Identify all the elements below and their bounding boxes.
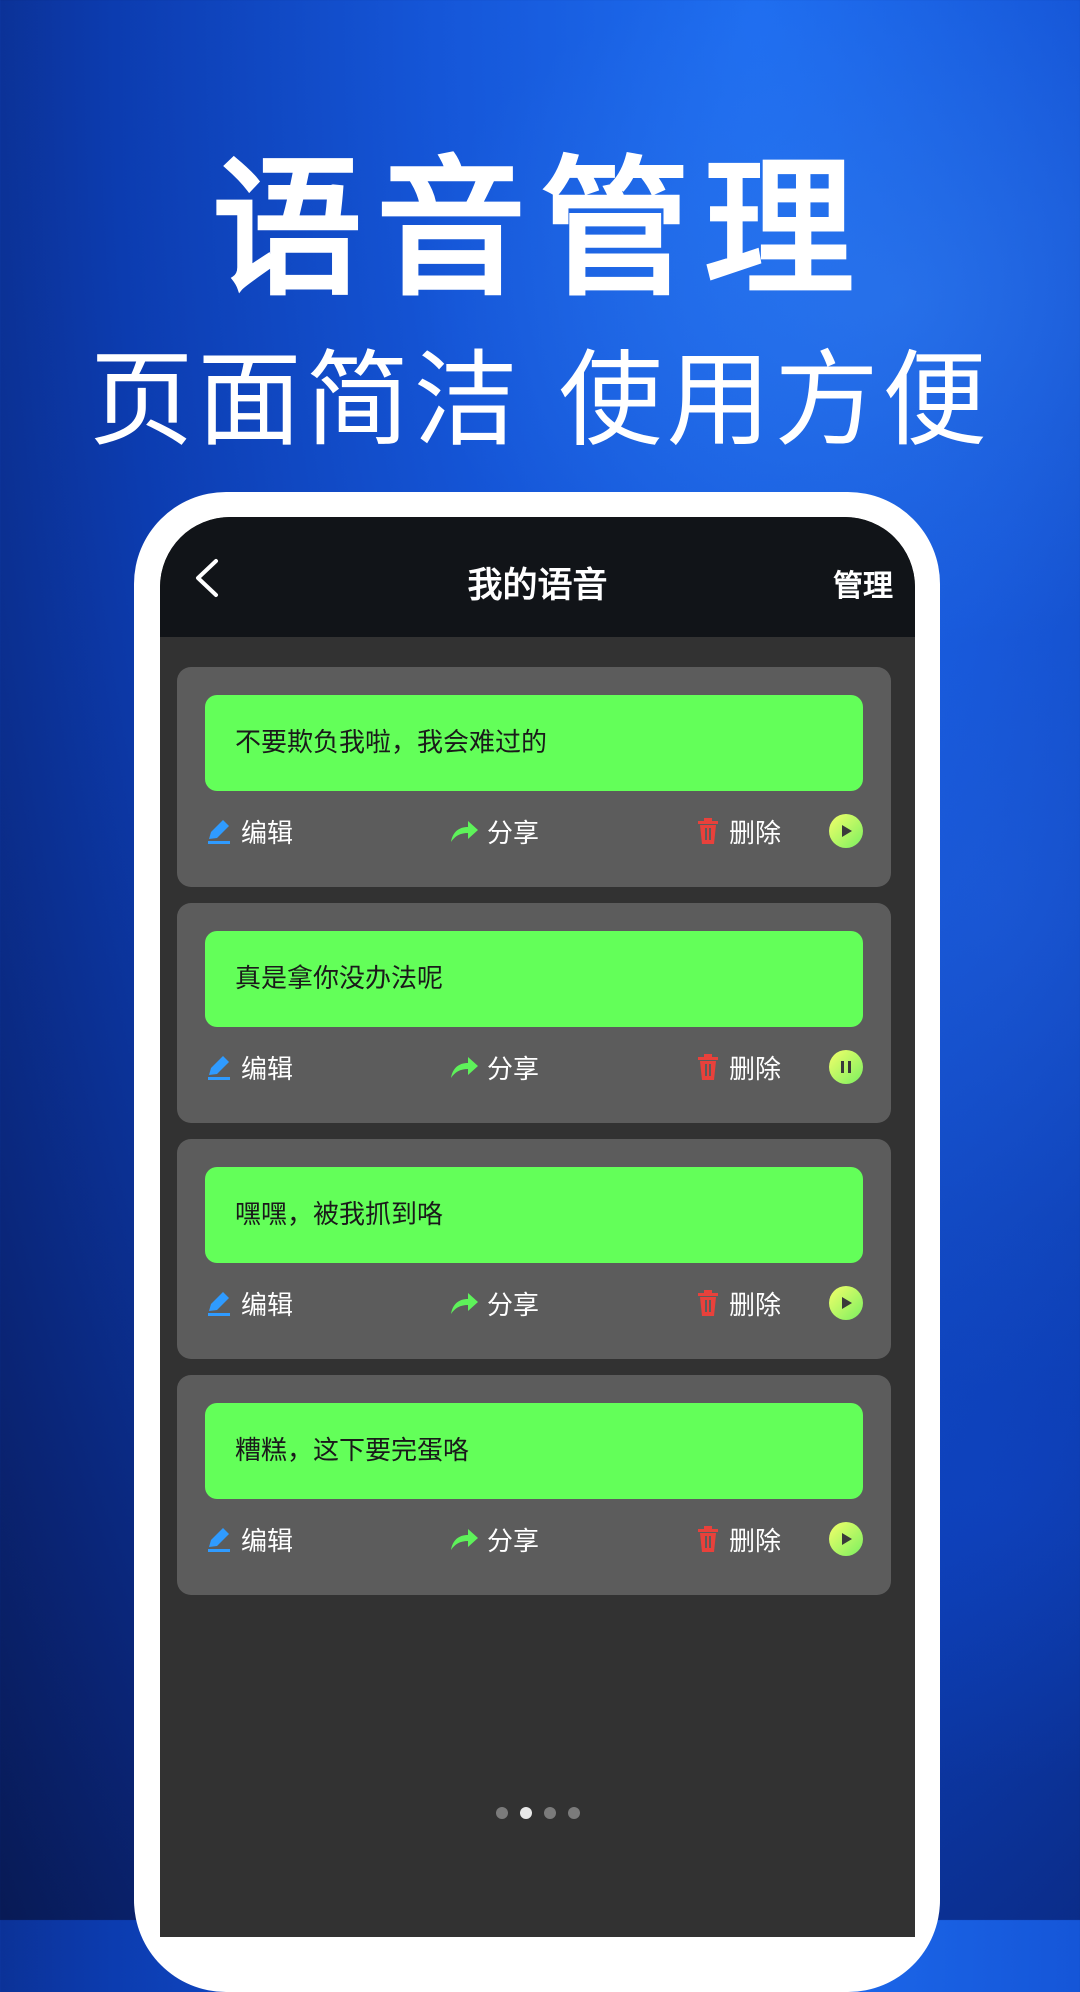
share-label: 分享 xyxy=(487,1290,540,1321)
share-button[interactable]: 分享 xyxy=(449,1043,539,1091)
edit-button[interactable]: 编辑 xyxy=(205,1043,293,1091)
edit-button[interactable]: 编辑 xyxy=(205,1515,293,1563)
edit-label: 编辑 xyxy=(241,818,294,849)
delete-button[interactable]: 删除 xyxy=(695,807,781,855)
promo-subline: 页面简洁 使用方便 xyxy=(89,339,991,461)
delete-button[interactable]: 删除 xyxy=(695,1043,781,1091)
share-arrow-icon xyxy=(451,1057,478,1078)
pause-icon xyxy=(839,1059,853,1075)
trash-icon xyxy=(698,1290,718,1316)
pause-button[interactable] xyxy=(829,1050,863,1084)
pencil-icon xyxy=(208,820,230,844)
page-dot[interactable] xyxy=(495,1807,508,1819)
edit-button[interactable]: 编辑 xyxy=(205,807,293,855)
delete-label: 删除 xyxy=(729,1526,782,1557)
manage-button[interactable]: 管理 xyxy=(833,561,893,605)
share-button[interactable]: 分享 xyxy=(449,1515,539,1563)
play-button[interactable] xyxy=(829,814,863,848)
delete-button[interactable]: 删除 xyxy=(695,1515,781,1563)
share-button[interactable]: 分享 xyxy=(449,807,539,855)
page-dot[interactable] xyxy=(519,1807,532,1819)
share-button[interactable]: 分享 xyxy=(449,1279,539,1327)
share-label: 分享 xyxy=(487,818,540,849)
edit-label: 编辑 xyxy=(241,1290,294,1321)
play-icon xyxy=(839,1295,853,1311)
top-bar: 我的语音 管理 xyxy=(160,517,915,637)
promo-headline: 语音管理 xyxy=(211,143,868,317)
share-label: 分享 xyxy=(487,1526,540,1557)
voice-card: 嘿嘿，被我抓到咯编辑 分享 删除 xyxy=(177,1139,891,1359)
share-arrow-icon xyxy=(451,1293,478,1314)
page-title: 我的语音 xyxy=(467,566,608,606)
play-icon xyxy=(839,1531,853,1547)
pencil-icon xyxy=(208,1056,230,1080)
trash-icon xyxy=(698,1526,718,1552)
phone-screen: 我的语音 管理 不要欺负我啦，我会难过的 编辑 分享 删除 真是拿你没办法呢 编辑 分享 删除… xyxy=(160,517,915,1937)
delete-label: 删除 xyxy=(729,818,782,849)
share-arrow-icon xyxy=(451,821,478,842)
share-label: 分享 xyxy=(487,1054,540,1085)
share-arrow-icon xyxy=(451,1529,478,1550)
edit-button[interactable]: 编辑 xyxy=(205,1279,293,1327)
page-dot[interactable] xyxy=(567,1807,580,1819)
pencil-icon xyxy=(208,1528,230,1552)
delete-button[interactable]: 删除 xyxy=(695,1279,781,1327)
play-icon xyxy=(839,823,853,839)
pencil-icon xyxy=(208,1292,230,1316)
delete-label: 删除 xyxy=(729,1290,782,1321)
voice-text[interactable]: 真是拿你没办法呢 xyxy=(205,931,863,1027)
page-indicator xyxy=(160,1807,915,1819)
voice-text[interactable]: 不要欺负我啦，我会难过的 xyxy=(205,695,863,791)
edit-label: 编辑 xyxy=(241,1054,294,1085)
delete-label: 删除 xyxy=(729,1054,782,1085)
edit-label: 编辑 xyxy=(241,1526,294,1557)
trash-icon xyxy=(698,1054,718,1080)
voice-text[interactable]: 糟糕，这下要完蛋咯 xyxy=(205,1403,863,1499)
voice-card: 不要欺负我啦，我会难过的编辑 分享 删除 xyxy=(177,667,891,887)
page-dot[interactable] xyxy=(543,1807,556,1819)
trash-icon xyxy=(698,818,718,844)
play-button[interactable] xyxy=(829,1286,863,1320)
voice-text[interactable]: 嘿嘿，被我抓到咯 xyxy=(205,1167,863,1263)
voice-card: 真是拿你没办法呢编辑 分享 删除 xyxy=(177,903,891,1123)
voice-card: 糟糕，这下要完蛋咯编辑 分享 删除 xyxy=(177,1375,891,1595)
play-button[interactable] xyxy=(829,1522,863,1556)
